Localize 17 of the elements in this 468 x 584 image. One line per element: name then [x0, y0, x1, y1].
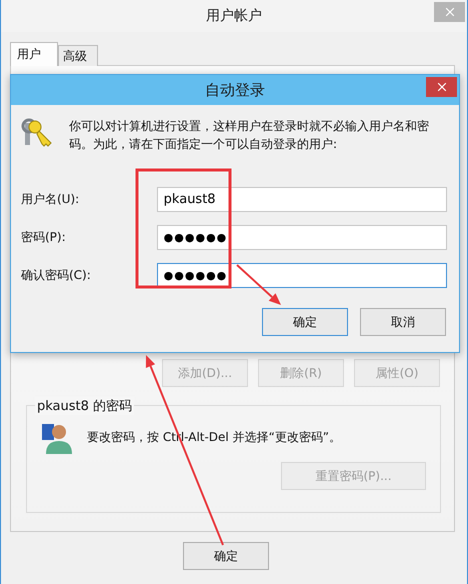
tab[interactable]: 用户	[10, 42, 58, 66]
dialog-button[interactable]: 取消	[360, 308, 446, 336]
group-title: pkaust8 的密码	[35, 397, 134, 415]
password-field[interactable]: ●●●●●●	[156, 225, 447, 250]
annotation-arrow	[236, 264, 281, 305]
input-field[interactable]: pkaust8	[156, 187, 447, 212]
field-label: 用户名(U):	[21, 191, 80, 208]
close-button[interactable]	[426, 77, 457, 97]
dialog-description: 你可以对计算机进行设置，这样用户在登录时就不必输入用户名和密码。为此，请在下面指定一个可以自动登录的用户:	[69, 118, 429, 153]
dialog-title: 自动登录	[205, 80, 265, 100]
field-label: 确认密码(C):	[21, 267, 92, 284]
window-title: 用户帐户	[206, 7, 262, 25]
dialog-button[interactable]: 确定	[262, 308, 348, 336]
field-label: 密码(P):	[21, 229, 67, 246]
tab[interactable]: 高级	[58, 45, 98, 66]
password-field[interactable]: ●●●●●●	[156, 263, 447, 288]
ok-button[interactable]: 确定	[183, 542, 269, 570]
